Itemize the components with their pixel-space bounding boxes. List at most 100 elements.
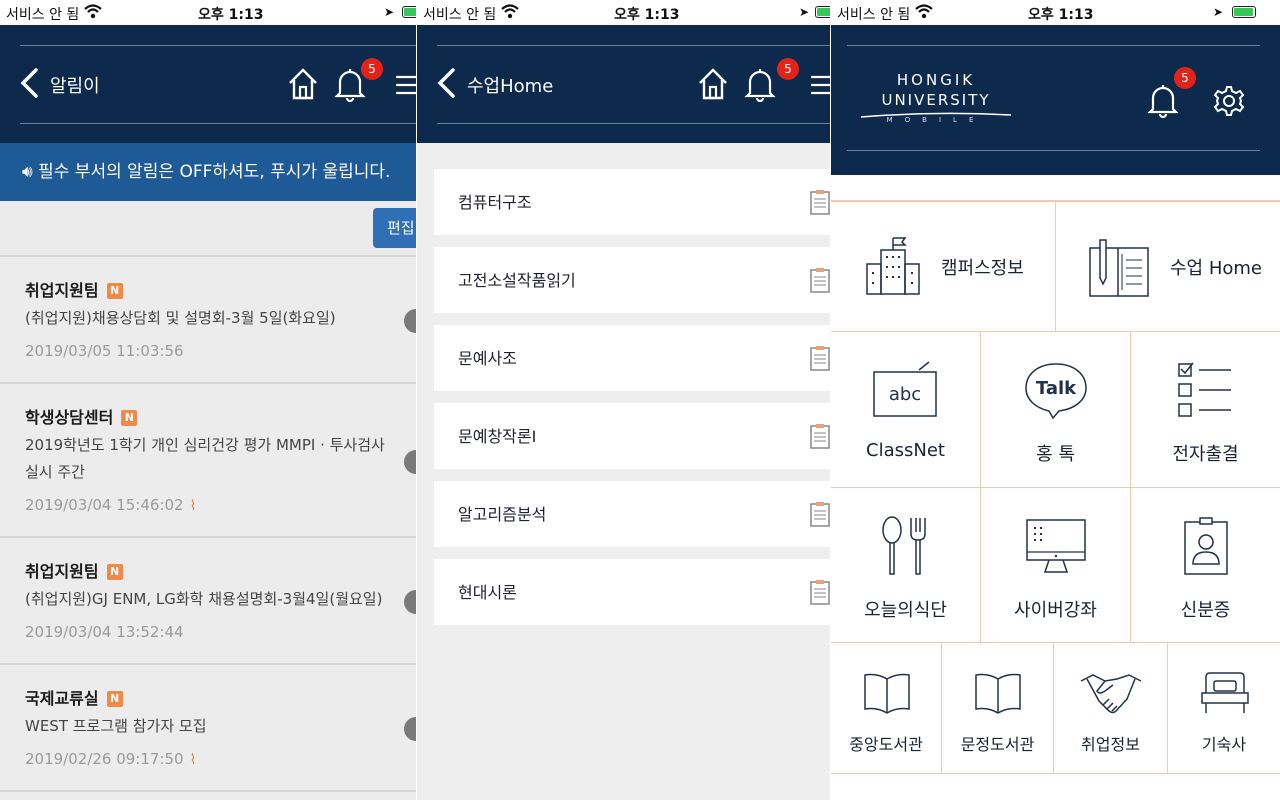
new-badge: N	[106, 564, 123, 580]
menu-icon[interactable]	[396, 75, 416, 95]
top-navbar: HONGIK UNIVERSITY MOBILE 5	[831, 25, 1280, 175]
notification-badge: 5	[361, 58, 383, 80]
page-title: 알림이	[50, 76, 100, 97]
menu-munjeong-library[interactable]: 문정도서관	[942, 643, 1054, 773]
edit-button[interactable]: 편집	[373, 208, 416, 248]
home-icon[interactable]	[287, 67, 319, 101]
menu-label: 홍 톡	[1036, 444, 1075, 465]
divider	[437, 45, 830, 46]
top-navbar: 수업Home 5	[417, 25, 830, 143]
menu-hongtalk[interactable]: Talk 홍 톡	[981, 332, 1131, 487]
menu-classnet[interactable]: abc ClassNet	[831, 332, 981, 487]
wifi-icon	[915, 4, 933, 19]
syllabus-icon[interactable]	[810, 345, 830, 371]
notice-dept: 학생상담센터 N	[25, 404, 138, 428]
notice-item[interactable]: 취업지원팀 N (취업지원)GJ ENM, LG화학 채용설명회-3월4일(월요일…	[0, 536, 416, 663]
clock: 오후 1:13	[1028, 7, 1094, 23]
course-item[interactable]: 문예창작론I	[434, 403, 830, 469]
new-badge: N	[121, 410, 138, 426]
course-item[interactable]: 문예사조	[434, 325, 830, 391]
divider	[847, 150, 1260, 151]
clock: 오후 1:13	[198, 7, 264, 23]
menu-cafeteria[interactable]: 오늘의식단	[831, 488, 981, 642]
menu-row: 중앙도서관 문정도서관 취업정보 기숙사	[831, 643, 1280, 774]
read-indicator	[404, 450, 416, 474]
page-title: 수업Home	[467, 76, 554, 97]
id-card-icon	[1184, 517, 1228, 575]
notice-date: 2019/03/04 15:46:02 ⌇	[25, 496, 196, 514]
course-item[interactable]: 알고리즘분석	[434, 481, 830, 547]
menu-icon[interactable]	[811, 75, 830, 95]
menu-class-home[interactable]: 수업 Home	[1056, 202, 1280, 331]
menu-label: 기숙사	[1201, 735, 1247, 754]
battery-icon	[815, 6, 830, 18]
menu-label: 중앙도서관	[849, 735, 923, 754]
paperclip-icon: ⌇	[189, 752, 197, 768]
battery-icon	[1232, 6, 1256, 18]
main-home-screen: 서비스 안 됨 오후 1:13 ➤ HONGIK UNIVERSITY MOBI…	[831, 0, 1280, 800]
menu-central-library[interactable]: 중앙도서관	[831, 643, 942, 773]
dept-label: 취업지원팀	[25, 562, 99, 581]
menu-label: 사이버강좌	[1014, 600, 1097, 621]
menu-label: ClassNet	[866, 440, 945, 461]
gear-icon[interactable]	[1213, 85, 1245, 117]
course-item[interactable]: 고전소설작품읽기	[434, 247, 830, 313]
bell-icon[interactable]	[744, 66, 776, 102]
class-home-screen: 서비스 안 됨 오후 1:13 ➤ 수업Home 5 컴퓨터구조 고전소설작품읽…	[417, 0, 830, 800]
syllabus-icon[interactable]	[810, 501, 830, 527]
syllabus-icon[interactable]	[810, 423, 830, 449]
menu-id-card[interactable]: 신분증	[1131, 488, 1280, 642]
logo-line2: UNIVERSITY	[881, 91, 991, 109]
talk-bubble-icon: Talk	[1025, 363, 1087, 420]
menu-cyber-lecture[interactable]: 사이버강좌	[981, 488, 1131, 642]
battery-icon	[402, 6, 416, 18]
date-label: 2019/03/04 15:46:02	[25, 496, 184, 514]
notice-banner: 🔊︎ 필수 부서의 알림은 OFF하셔도, 푸시가 울립니다.	[0, 143, 416, 201]
notice-dept: 취업지원팀 N	[25, 558, 123, 582]
syllabus-icon[interactable]	[810, 267, 830, 293]
logo-swoosh-icon	[861, 112, 1011, 118]
status-bar: 서비스 안 됨 오후 1:13 ➤	[417, 0, 830, 25]
book-icon	[864, 673, 910, 714]
notice-message: (취업지원)채용상담회 및 설명회-3월 5일(화요일)	[25, 309, 336, 327]
book-icon	[975, 673, 1021, 714]
menu-dormitory[interactable]: 기숙사	[1168, 643, 1280, 773]
carrier-label: 서비스 안 됨	[6, 7, 80, 23]
logo-line1: HONGIK	[896, 71, 976, 89]
divider	[847, 45, 1260, 46]
wifi-icon	[501, 4, 519, 19]
bell-icon[interactable]	[1147, 82, 1179, 118]
dept-label: 학생상담센터	[25, 408, 114, 427]
course-item[interactable]: 컴퓨터구조	[434, 169, 830, 235]
divider	[437, 123, 830, 124]
notification-badge: 5	[777, 58, 799, 80]
syllabus-icon[interactable]	[810, 189, 830, 215]
menu-job-info[interactable]: 취업정보	[1054, 643, 1168, 773]
divider	[20, 45, 416, 46]
handshake-icon	[1080, 674, 1142, 714]
notice-date: 2019/02/26 09:17:50 ⌇	[25, 750, 196, 768]
back-chevron-icon[interactable]	[18, 67, 40, 99]
date-label: 2019/02/26 09:17:50	[25, 750, 184, 768]
date-label: 2019/03/05 11:03:56	[25, 342, 184, 360]
carrier-label: 서비스 안 됨	[837, 7, 911, 23]
course-name: 고전소설작품읽기	[458, 271, 576, 290]
new-badge: N	[106, 283, 123, 299]
back-chevron-icon[interactable]	[435, 67, 457, 99]
home-icon[interactable]	[697, 67, 729, 101]
checklist-icon	[1178, 362, 1231, 417]
notice-date: 2019/03/05 11:03:56	[25, 342, 184, 360]
menu-campus-info[interactable]: 캠퍼스정보	[831, 202, 1056, 331]
syllabus-icon[interactable]	[810, 579, 830, 605]
notebook-icon	[1089, 239, 1149, 297]
menu-label: 오늘의식단	[864, 600, 947, 621]
building-icon	[866, 237, 920, 295]
location-icon: ➤	[1213, 5, 1224, 19]
menu-label: 전자출결	[1172, 444, 1239, 465]
notice-item[interactable]: 취업지원팀 N (취업지원)채용상담회 및 설명회-3월 5일(화요일) 2019…	[0, 255, 416, 382]
read-indicator	[404, 309, 416, 333]
notice-item[interactable]: 학생상담센터 N 2019학년도 1학기 개인 심리건강 평가 MMPI · 투사…	[0, 382, 416, 536]
menu-attendance[interactable]: 전자출결	[1131, 332, 1280, 487]
course-item[interactable]: 현대시론	[434, 559, 830, 625]
notice-item[interactable]: 국제교류실 N WEST 프로그램 참가자 모집 2019/02/26 09:17…	[0, 663, 416, 790]
